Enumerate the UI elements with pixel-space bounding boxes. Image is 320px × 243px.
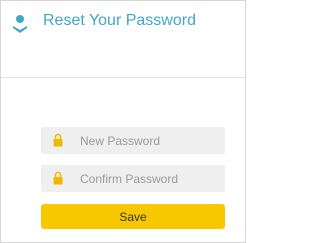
lock-icon xyxy=(53,171,63,185)
confirm-password-input[interactable] xyxy=(80,165,220,192)
save-button[interactable]: Save xyxy=(41,204,225,229)
lock-icon xyxy=(53,133,63,147)
confirm-password-field[interactable] xyxy=(41,165,225,192)
new-password-field[interactable] xyxy=(41,127,225,154)
divider xyxy=(1,77,245,78)
user-icon xyxy=(13,15,27,33)
page-title: Reset Your Password xyxy=(43,12,196,29)
new-password-input[interactable] xyxy=(80,127,220,154)
header: Reset Your Password xyxy=(1,1,245,77)
reset-password-card: Reset Your Password Save xyxy=(0,0,246,243)
